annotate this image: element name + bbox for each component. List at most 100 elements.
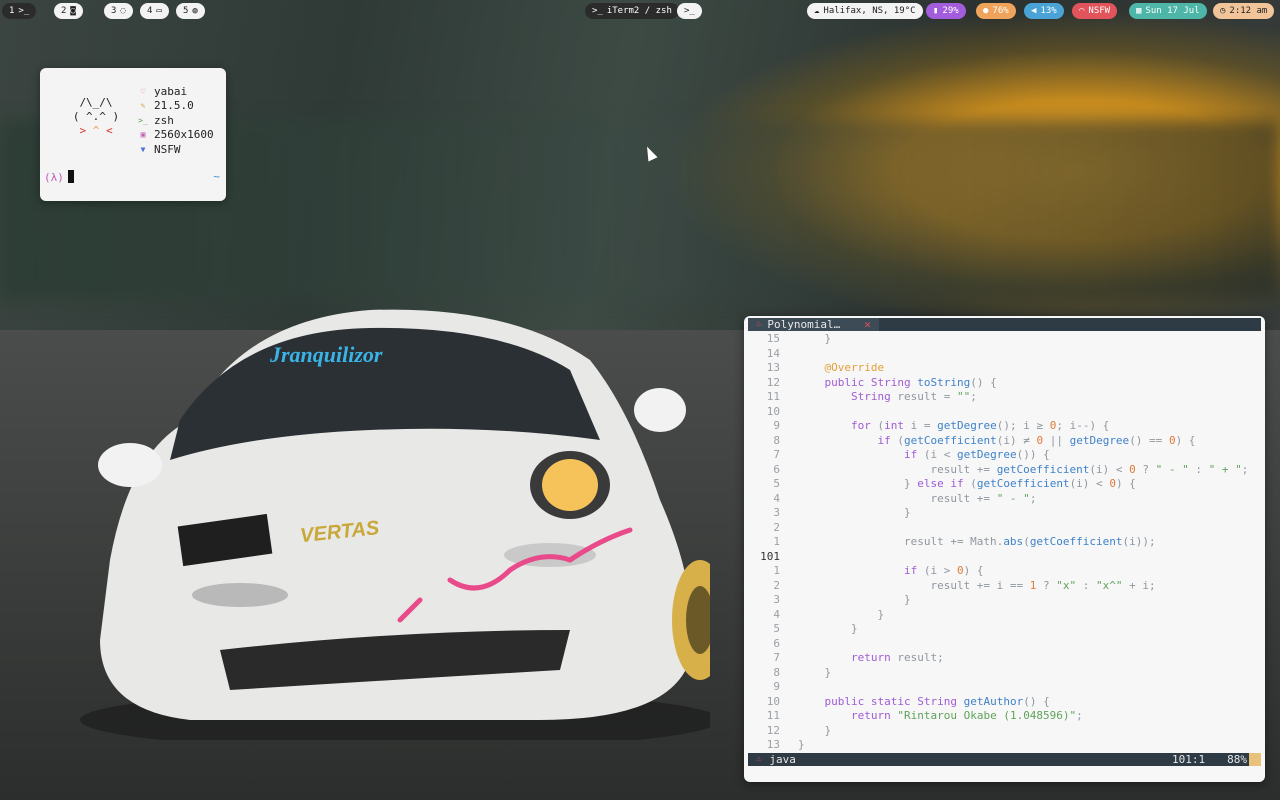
code-line[interactable]: 2 (748, 521, 1261, 536)
line-number: 3 (773, 593, 780, 606)
space-3-button[interactable]: 3 ◌ (104, 3, 133, 19)
code-line[interactable]: 2 result += i == 1 ? "x" : "x^" + i; (748, 579, 1261, 594)
terminal-chip[interactable]: >_ (677, 3, 702, 19)
line-text: for (int i = getDegree(); i ≥ 0; i--) { (850, 419, 1110, 432)
line-text: } (798, 506, 911, 519)
code-line[interactable]: 3 } (748, 506, 1261, 521)
microphone-widget[interactable]: ● 76% (976, 3, 1016, 19)
terminal-icon: >_ (684, 6, 695, 16)
scroll-indicator (1249, 753, 1261, 766)
line-text (784, 347, 798, 362)
line-number: 1 (773, 535, 780, 548)
code-editor-window[interactable]: ♨ Polynomial… ✕ 15 } 14 13 @Override 12 pub… (744, 316, 1265, 782)
terminal-icon: >_ (592, 6, 603, 16)
space-5-button[interactable]: 5 ◍ (176, 3, 205, 19)
prompt-symbol: (λ) (44, 171, 64, 184)
line-number: 5 (773, 477, 780, 490)
cloud-icon: ☁ (814, 6, 820, 16)
cursor-info: 101:1 88% (1172, 753, 1261, 766)
battery-text: 29% (942, 6, 959, 16)
code-line[interactable]: 7 return result; (748, 651, 1261, 666)
code-line[interactable]: 10 (748, 405, 1261, 420)
code-line[interactable]: 14 (748, 347, 1261, 362)
fetch-terminal-window[interactable]: /\_/\( ^.^ ) > ^ < ♡ yabai ✎ 21.5.0 >_ zs… (40, 68, 226, 201)
code-line[interactable]: 4 } (748, 608, 1261, 623)
ascii-line: ( ^.^ ) (72, 110, 120, 123)
line-text: } else if (getCoefficient(i) < 0) { (798, 477, 1136, 490)
tab-polynomial[interactable]: ♨ Polynomial… ✕ (748, 318, 879, 331)
line-number: 10 (766, 404, 780, 418)
line-text: } (798, 723, 832, 737)
line-text: return result; (850, 651, 944, 664)
space-number: 5 (183, 6, 189, 16)
date-widget[interactable]: ▦ Sun 17 Jul (1129, 3, 1207, 19)
line-text: } (798, 332, 832, 345)
line-number: 6 (773, 462, 780, 476)
line-text: if (i > 0) { (903, 564, 984, 577)
ascii-line: /\_/\ (79, 96, 113, 109)
shell-prompt[interactable]: (λ) ~ (44, 170, 220, 186)
line-text: result += Math.abs(getCoefficient(i)); (798, 535, 1156, 548)
ascii-cat-art: /\_/\( ^.^ ) > ^ < (56, 96, 136, 138)
code-line[interactable]: 13} (748, 738, 1261, 753)
ascii-char: < (105, 124, 113, 137)
code-line[interactable]: 12 } (748, 724, 1261, 739)
clock-icon: ◷ (1220, 6, 1226, 16)
code-line[interactable]: 1 result += Math.abs(getCoefficient(i)); (748, 535, 1261, 550)
heart-icon: ♡ (140, 86, 146, 96)
app-icon: ◌ (120, 6, 126, 16)
line-number: 9 (773, 680, 780, 693)
code-line[interactable]: 5 } (748, 622, 1261, 637)
line-text: } (798, 593, 911, 606)
editor-tabline: ♨ Polynomial… ✕ (748, 318, 1261, 331)
code-line[interactable]: 3 } (748, 593, 1261, 608)
time-text: 2:12 am (1229, 6, 1268, 16)
code-line[interactable]: 6 (748, 637, 1261, 652)
line-number: 12 (766, 375, 780, 389)
code-line[interactable]: 11 String result = ""; (748, 390, 1261, 405)
wrench-icon: ✎ (140, 101, 146, 111)
code-line[interactable]: 7 if (i < getDegree()) { (748, 448, 1261, 463)
line-number: 1 (773, 564, 780, 577)
info-row-wm: ♡ yabai (132, 84, 214, 99)
code-line[interactable]: 9 (748, 680, 1261, 695)
code-line[interactable]: 4 result += " - "; (748, 492, 1261, 507)
focused-window-title[interactable]: >_ iTerm2 / zsh (585, 3, 679, 19)
code-line[interactable]: 10 public static String getAuthor() { (748, 695, 1261, 710)
microphone-text: 76% (992, 6, 1009, 16)
weather-widget[interactable]: ☁ Halifax, NS, 19°C (807, 3, 923, 19)
space-1-button[interactable]: 1 >_ (2, 3, 37, 19)
code-line[interactable]: 13 @Override (748, 361, 1261, 376)
wifi-icon: ◠ (1079, 6, 1085, 16)
code-line[interactable]: 9 for (int i = getDegree(); i ≥ 0; i--) … (748, 419, 1261, 434)
code-line[interactable]: 8 if (getCoefficient(i) ≠ 0 || getDegree… (748, 434, 1261, 449)
line-text: return "Rintarou Okabe (1.048596)"; (850, 709, 1083, 722)
code-line[interactable]: 15 } (748, 332, 1261, 347)
code-line[interactable]: 5 } else if (getCoefficient(i) < 0) { (748, 477, 1261, 492)
code-line[interactable]: 101 (748, 550, 1261, 565)
clock-widget[interactable]: ◷ 2:12 am (1213, 3, 1275, 19)
code-buffer[interactable]: 15 } 14 13 @Override 12 public String toStr… (748, 332, 1261, 752)
line-number: 2 (773, 520, 780, 534)
line-number: 7 (773, 448, 780, 461)
battery-icon: ▮ (933, 6, 939, 16)
code-line[interactable]: 12 public String toString() { (748, 376, 1261, 391)
java-file-icon: ♨ (756, 754, 762, 764)
code-line[interactable]: 11 return "Rintarou Okabe (1.048596)"; (748, 709, 1261, 724)
line-text (784, 680, 798, 695)
code-line[interactable]: 6 result += getCoefficient(i) < 0 ? " - … (748, 463, 1261, 478)
space-4-button[interactable]: 4 ▭ (140, 3, 169, 19)
close-icon[interactable]: ✕ (864, 318, 871, 331)
line-number: 4 (773, 491, 780, 505)
info-row-resolution: ▣ 2560x1600 (132, 128, 214, 143)
wifi-widget[interactable]: ◠ NSFW (1072, 3, 1118, 19)
java-file-icon: ♨ (756, 319, 762, 329)
space-2-button[interactable]: 2 ◙ (54, 3, 83, 19)
battery-widget[interactable]: ▮ 29% (926, 3, 966, 19)
volume-widget[interactable]: ◀ 13% (1024, 3, 1064, 19)
system-info-list: ♡ yabai ✎ 21.5.0 >_ zsh ▣ 2560x1600 ▼ NS… (132, 84, 214, 157)
code-line[interactable]: 1 if (i > 0) { (748, 564, 1261, 579)
code-line[interactable]: 8 } (748, 666, 1261, 681)
weather-text: Halifax, NS, 19°C (823, 6, 916, 16)
line-number: 8 (773, 665, 780, 679)
